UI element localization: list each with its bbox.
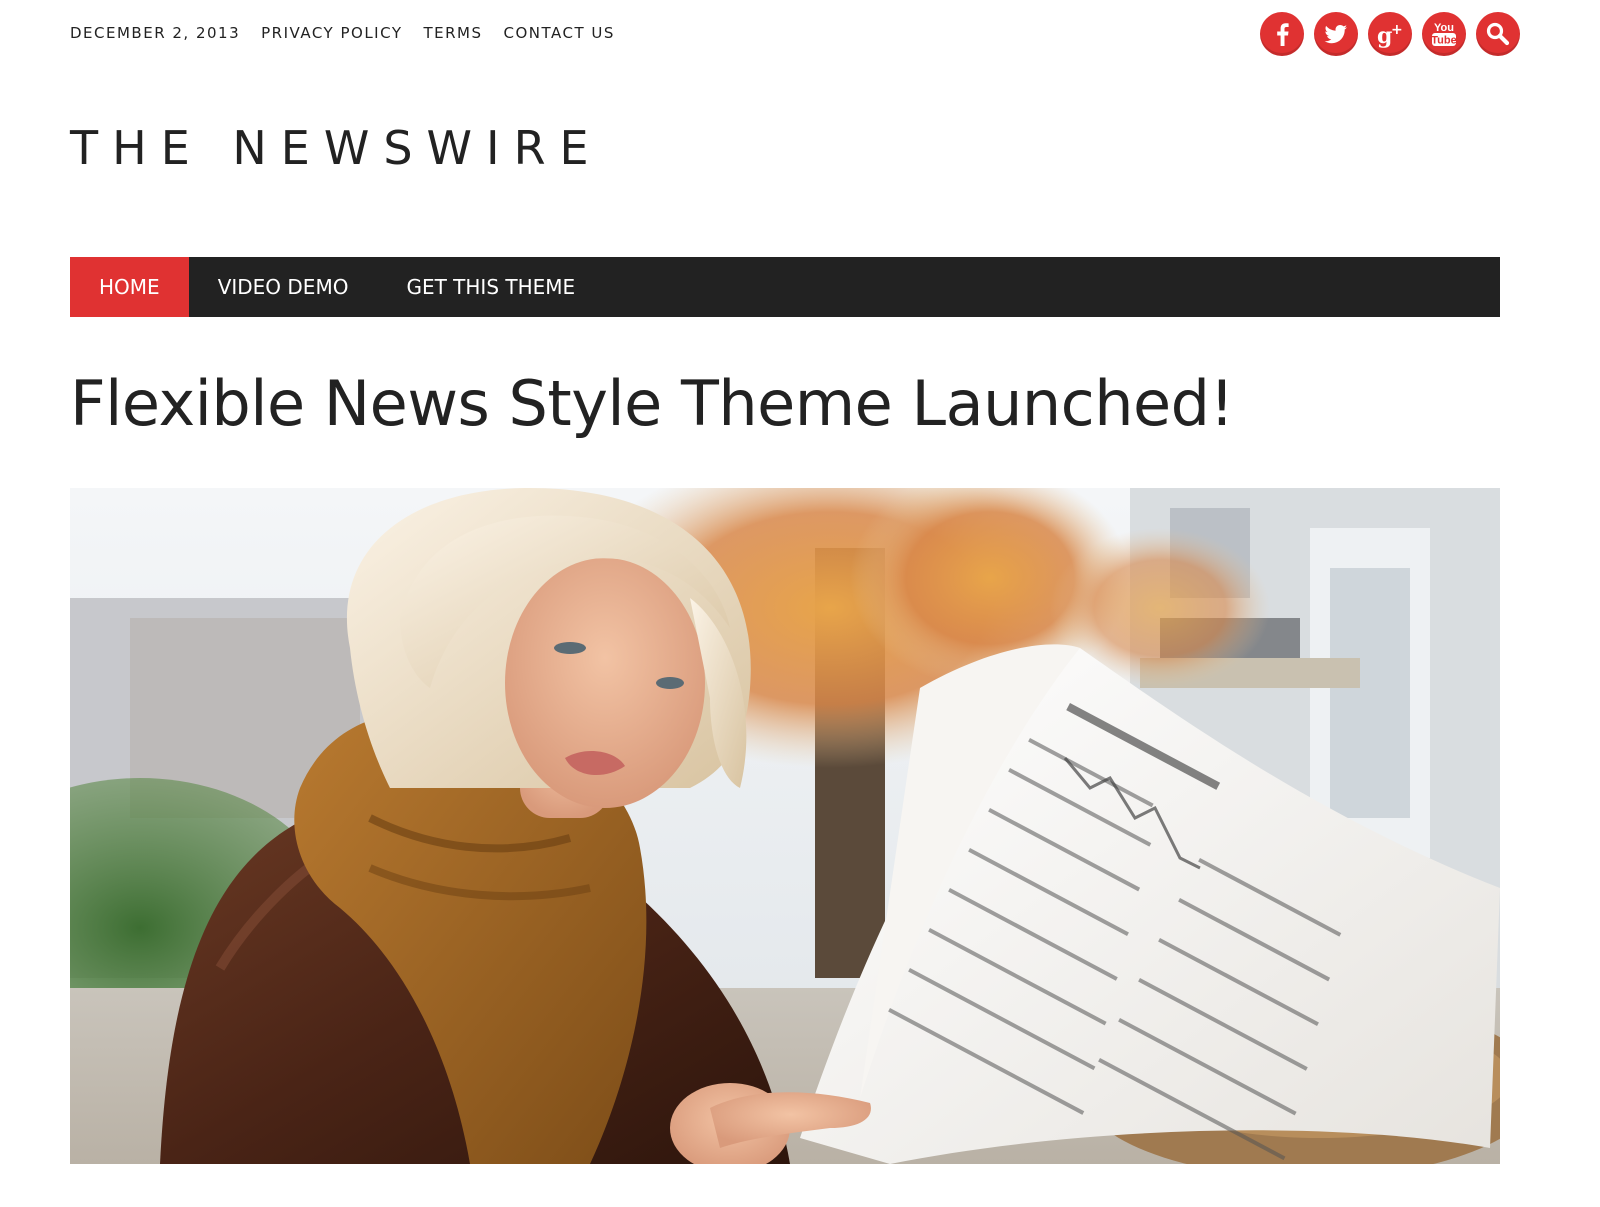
facebook-icon[interactable] [1260,12,1304,56]
youtube-icon[interactable]: You Tube [1422,12,1466,56]
featured-image[interactable] [70,488,1500,1164]
google-plus-icon[interactable]: g + [1368,12,1412,56]
svg-text:Tube: Tube [1431,35,1456,47]
site-title[interactable]: THE NEWSWIRE [70,118,603,178]
top-link-contact-us[interactable]: Contact Us [504,20,615,46]
social-icons: g + You Tube [1260,12,1520,56]
twitter-icon[interactable] [1314,12,1358,56]
article-headline[interactable]: Flexible News Style Theme Launched! [70,362,1234,446]
search-icon[interactable] [1476,12,1520,56]
top-link-privacy-policy[interactable]: Privacy Policy [261,20,402,46]
nav-item-home[interactable]: Home [70,257,189,317]
svg-text:You: You [1434,22,1454,34]
svg-text:+: + [1391,22,1403,38]
top-link-terms[interactable]: Terms [423,20,482,46]
nav-item-get-this-theme[interactable]: Get This Theme [377,257,604,317]
top-bar: December 2, 2013 Privacy Policy Terms Co… [70,12,1530,56]
main-nav: Home Video Demo Get This Theme [70,257,1500,317]
nav-item-video-demo[interactable]: Video Demo [189,257,378,317]
current-date: December 2, 2013 [70,24,241,42]
